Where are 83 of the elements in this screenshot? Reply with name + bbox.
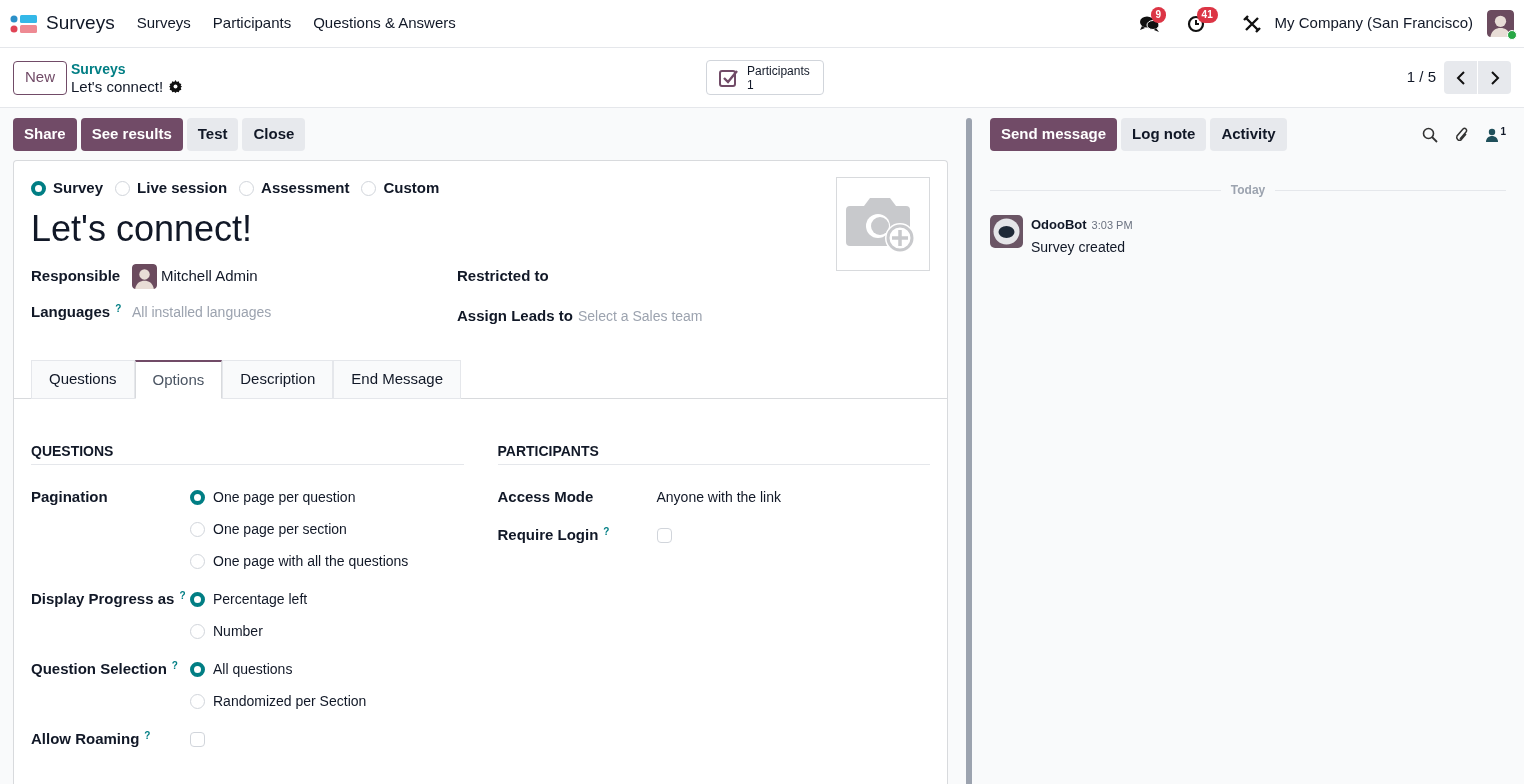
- record-title: Let's connect!: [71, 77, 164, 95]
- action-button[interactable]: See results: [80, 118, 183, 151]
- survey-title: Let's connect!: [31, 207, 253, 251]
- field-label: Responsible: [31, 265, 122, 286]
- followers-count: 1: [1500, 124, 1506, 139]
- date-separator: Today: [1229, 182, 1267, 199]
- menu-item[interactable]: Surveys: [136, 12, 191, 35]
- message-body: Survey created: [1031, 237, 1127, 257]
- tools-icon[interactable]: [1242, 14, 1261, 33]
- chevron-left-icon: [1455, 70, 1466, 85]
- option-label[interactable]: One page per section: [213, 519, 347, 539]
- app-name[interactable]: Surveys: [46, 9, 115, 38]
- option-label[interactable]: All questions: [213, 659, 293, 679]
- form-tab[interactable]: Options: [134, 360, 223, 399]
- new-button[interactable]: New: [13, 60, 67, 95]
- settings-icon[interactable]: [169, 79, 183, 93]
- field-label: Display Progress as $^{?}$: [31, 589, 187, 609]
- field-label: Require Login $^{?}$: [497, 525, 611, 545]
- form-tab[interactable]: Questions: [31, 360, 135, 399]
- field-label: Pagination: [31, 487, 109, 507]
- input-field[interactable]: All installed languages: [132, 301, 352, 323]
- bot-avatar-icon: [990, 215, 1023, 248]
- option-label[interactable]: Percentage left: [213, 589, 308, 609]
- app-logo-icon: [10, 13, 38, 34]
- help-mark[interactable]: ?: [179, 590, 186, 601]
- menu-item[interactable]: Participants: [212, 12, 292, 35]
- radio-label[interactable]: Live session: [137, 176, 228, 200]
- company-switcher[interactable]: My Company (San Francisco): [1274, 12, 1473, 35]
- breadcrumb-link[interactable]: Surveys: [71, 60, 183, 78]
- checkbox-icon: [719, 67, 740, 88]
- avatar-icon: [132, 263, 157, 289]
- next-button[interactable]: [1478, 61, 1511, 94]
- pager-value: 1 / 5: [1406, 67, 1436, 88]
- field-label: Access Mode: [497, 487, 595, 507]
- notification-badge: 41: [1196, 6, 1218, 23]
- field-value: Anyone with the link: [656, 488, 782, 507]
- option-label[interactable]: Randomized per Section: [213, 691, 367, 711]
- smart-button-label: Participants: [747, 63, 810, 78]
- option-label[interactable]: One page with all the questions: [213, 551, 409, 571]
- radio-button[interactable]: [31, 180, 46, 196]
- help-mark[interactable]: ?: [115, 302, 122, 314]
- form-tab[interactable]: End Message: [333, 360, 461, 399]
- participants-smart-button[interactable]: Participants 1: [706, 60, 825, 95]
- user-name[interactable]: Mitchell Admin: [161, 264, 258, 288]
- radio-button[interactable]: [190, 489, 205, 505]
- field-label: Allow Roaming $^{?}$: [31, 729, 152, 749]
- message-author: OdooBot: [1031, 216, 1087, 234]
- action-button[interactable]: Close: [242, 118, 306, 151]
- radio-button[interactable]: [190, 661, 205, 677]
- field-label: Question Selection $^{?}$: [31, 659, 179, 679]
- checkbox[interactable]: [190, 731, 205, 747]
- avatar-icon: [1487, 10, 1514, 37]
- field-label: Languages $^{?}$: [31, 301, 123, 322]
- field-label: Restricted to: [457, 265, 550, 286]
- form-tab[interactable]: Description: [222, 360, 334, 399]
- action-button[interactable]: Activity: [1210, 118, 1287, 151]
- help-mark[interactable]: ?: [144, 730, 151, 741]
- radio-label[interactable]: Custom: [383, 176, 440, 200]
- previous-button[interactable]: [1444, 61, 1477, 94]
- radio-label[interactable]: Survey: [53, 176, 104, 200]
- option-label[interactable]: One page per question: [213, 487, 356, 507]
- help-mark[interactable]: ?: [171, 660, 178, 671]
- menu-item[interactable]: Questions & Answers: [313, 12, 456, 35]
- action-button[interactable]: Send message: [990, 118, 1118, 151]
- smart-button-value: 1: [747, 77, 754, 92]
- notification-badge: 9: [1150, 6, 1167, 23]
- checkbox[interactable]: [656, 527, 672, 543]
- scrollbar[interactable]: [966, 118, 972, 784]
- help-mark[interactable]: ?: [603, 526, 610, 537]
- input-field[interactable]: Select a Sales team: [578, 305, 798, 327]
- person-icon[interactable]: [1486, 127, 1499, 142]
- message-time: 3:03 PM: [1091, 218, 1133, 233]
- action-button[interactable]: Share: [13, 118, 77, 151]
- section-title: PARTICIPANTS: [497, 441, 930, 465]
- action-button[interactable]: Log note: [1121, 118, 1207, 151]
- chevron-right-icon: [1489, 70, 1500, 85]
- radio-button[interactable]: [190, 591, 205, 607]
- field-label: Assign Leads to: [457, 305, 574, 326]
- section-title: QUESTIONS: [31, 441, 464, 465]
- option-label[interactable]: Number: [213, 621, 263, 641]
- action-button[interactable]: Test: [186, 118, 239, 151]
- search-icon[interactable]: [1422, 126, 1439, 143]
- radio-label[interactable]: Assessment: [261, 176, 350, 200]
